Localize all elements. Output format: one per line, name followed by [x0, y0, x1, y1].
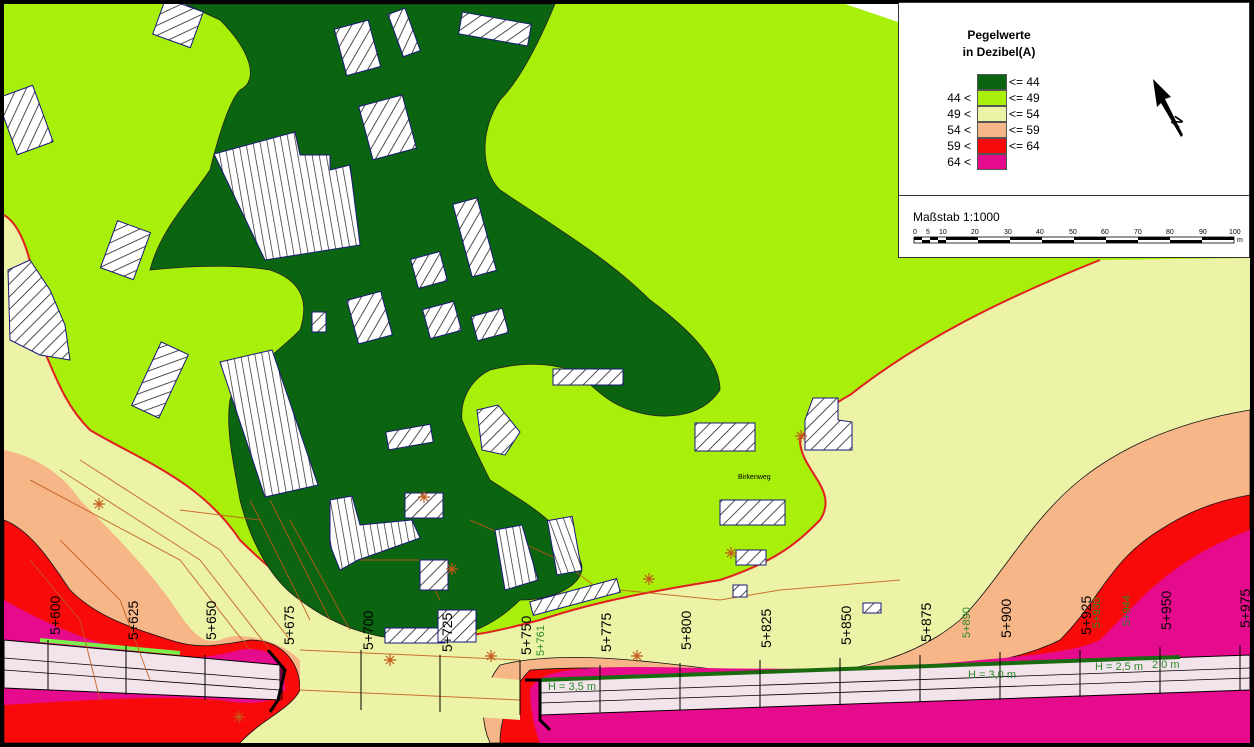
building — [311, 311, 327, 333]
building — [419, 559, 449, 591]
station-label: 5+625 — [125, 600, 141, 640]
legend-class-6: 64 < — [899, 154, 1159, 170]
legend-upper: <= 64 — [1009, 139, 1040, 153]
scale-tick-label: 0 — [913, 229, 917, 236]
wall-station-label: 5+890 — [961, 607, 973, 638]
legend-class-3: 49 < <= 54 — [899, 106, 1159, 122]
street-label: Birkenweg — [738, 474, 771, 481]
legend-swatch — [977, 74, 1007, 90]
building — [552, 368, 624, 386]
building — [694, 422, 756, 452]
legend-swatch — [977, 90, 1007, 106]
station-label: 5+900 — [998, 598, 1014, 638]
building — [719, 499, 786, 526]
legend-lower: 54 < — [947, 123, 971, 137]
scale-tick-label: 50 — [1069, 229, 1077, 236]
scale-tick-label: 100 — [1229, 229, 1241, 236]
legend-title-line1: Pegelwerte — [967, 28, 1031, 42]
station-label: 5+600 — [47, 595, 63, 635]
legend-title: Pegelwerte in Dezibel(A) — [899, 27, 1099, 61]
scale-tick-label: 40 — [1036, 229, 1044, 236]
wall-height-label: H = 2,5 m — [1095, 661, 1143, 673]
scale-tick-label: 90 — [1199, 229, 1207, 236]
scale-tick-label: 20 — [971, 229, 979, 236]
station-label: 5+675 — [281, 605, 297, 645]
legend-swatch — [977, 138, 1007, 154]
building — [735, 549, 767, 566]
scale-title: Maßstab 1:1000 — [913, 210, 1000, 224]
station-label: 5+850 — [838, 605, 854, 645]
legend-upper: <= 59 — [1009, 123, 1040, 137]
legend-class-4: 54 < <= 59 — [899, 122, 1159, 138]
legend-title-line2: in Dezibel(A) — [962, 45, 1036, 59]
station-label: 5+775 — [598, 612, 614, 652]
legend-swatch — [977, 154, 1007, 170]
legend-lower: 49 < — [947, 107, 971, 121]
station-label: 5+825 — [758, 608, 774, 648]
scale-bar: 0 5 10 20 30 40 50 60 70 80 90 100 m — [913, 229, 1243, 244]
legend-divider — [899, 195, 1249, 196]
building — [862, 602, 882, 614]
wall-station-label: 5+761 — [535, 625, 547, 656]
legend-class-2: 44 < <= 49 — [899, 90, 1159, 106]
legend-swatch — [977, 106, 1007, 122]
building — [732, 584, 748, 598]
wall-station-label: 5+930 — [1091, 597, 1103, 628]
legend-upper: <= 44 — [1009, 75, 1040, 89]
station-label: 5+700 — [360, 610, 376, 650]
legend-swatch — [977, 122, 1007, 138]
legend-lower: 64 < — [947, 155, 971, 169]
scale-tick-label: 10 — [939, 229, 947, 236]
legend-class-5: 59 < <= 64 — [899, 138, 1159, 154]
noise-map-frame: 5+600 5+625 5+650 5+675 5+700 5+725 5+75… — [0, 0, 1254, 747]
scale-tick-label: 5 — [926, 229, 930, 236]
scale-tick-label: 80 — [1166, 229, 1174, 236]
scale-tick-label: 60 — [1101, 229, 1109, 236]
station-label: 5+725 — [439, 612, 455, 652]
scale-unit: m — [1237, 237, 1243, 244]
legend-lower: 59 < — [947, 139, 971, 153]
scale-tick-label: 70 — [1134, 229, 1142, 236]
station-label: 5+950 — [1158, 590, 1174, 630]
wall-station-label: 5+944 — [1121, 595, 1133, 626]
wall-height-label: H = 3,0 m — [968, 669, 1016, 681]
legend-upper: <= 54 — [1009, 107, 1040, 121]
building — [384, 627, 446, 644]
legend-class-1: <= 44 — [899, 74, 1159, 90]
north-label: N — [1167, 113, 1186, 130]
north-arrow-icon: N — [1153, 79, 1186, 137]
station-label: 5+800 — [678, 610, 694, 650]
legend-upper: <= 49 — [1009, 91, 1040, 105]
legend-lower: 44 < — [947, 91, 971, 105]
scale-tick-label: 30 — [1004, 229, 1012, 236]
wall-height-label: 2,0 m — [1152, 659, 1180, 671]
station-label: 5+875 — [918, 602, 934, 642]
wall-height-label: H = 3,5 m — [548, 681, 596, 693]
station-label: 5+650 — [203, 600, 219, 640]
station-label: 5+750 — [518, 615, 534, 655]
legend-panel: Pegelwerte in Dezibel(A) <= 44 44 < <= 4… — [898, 2, 1250, 258]
